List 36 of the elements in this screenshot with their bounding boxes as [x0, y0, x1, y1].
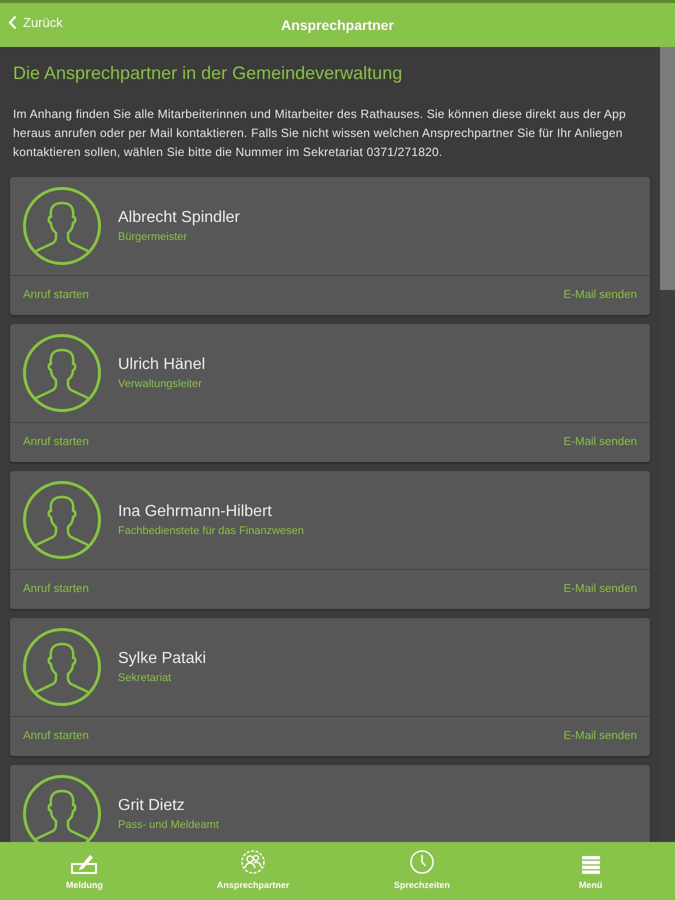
- contact-name: Ina Gehrmann-Hilbert: [118, 502, 273, 522]
- email-link[interactable]: E-Mail senden: [563, 434, 637, 452]
- contact-name: Ulrich Hänel: [118, 355, 206, 375]
- email-link[interactable]: E-Mail senden: [563, 286, 637, 304]
- person-avatar-icon: [23, 187, 101, 265]
- people-circle-icon: [241, 850, 266, 874]
- chevron-left-icon: [8, 15, 17, 30]
- contact-name: Grit Dietz: [118, 796, 186, 816]
- nav-tab[interactable]: Menü: [506, 842, 675, 900]
- email-link[interactable]: E-Mail senden: [563, 580, 637, 598]
- contact-role: Fachbedienstete für das Finanzwesen: [118, 524, 304, 539]
- call-link[interactable]: Anruf starten: [23, 286, 89, 304]
- contact-name: Sylke Pataki: [118, 649, 206, 669]
- section-heading: Die Ansprechpartner in der Gemeindeverwaltung: [12, 62, 404, 85]
- person-avatar-icon: [23, 628, 101, 706]
- pencil-box-icon: [71, 854, 98, 874]
- contact-role: Sekretariat: [118, 671, 172, 686]
- call-link[interactable]: Anruf starten: [23, 434, 89, 452]
- nav-tab[interactable]: Ansprechpartner: [168, 842, 338, 900]
- contact-role: Pass- und Meldeamt: [118, 818, 219, 833]
- nav-tab[interactable]: Meldung: [0, 842, 169, 900]
- person-avatar-icon: [23, 481, 101, 559]
- person-avatar-icon: [23, 334, 101, 412]
- contact-role: Bürgermeister: [118, 230, 188, 245]
- screen-title: Ansprechpartner: [281, 16, 394, 35]
- email-link[interactable]: E-Mail senden: [563, 728, 637, 746]
- contact-name: Albrecht Spindler: [118, 208, 240, 228]
- back-button[interactable]: Zurück: [8, 13, 63, 32]
- clock-icon: [410, 850, 434, 874]
- menu-icon: [582, 856, 600, 874]
- intro-paragraph: Im Anhang finden Sie alle Mitarbeiterinnen und Mitarbeiter des Rathauses. Sie können diese direkt aus der App heraus anrufen oder per Mail kontaktieren. Falls Sie nicht wissen welchen Ansprechpartner Sie für Ihr Anliegen kontaktieren sollen, wählen Sie bitte die Nummer im Sekretariat 0371/271820.: [12, 106, 627, 161]
- call-link[interactable]: Anruf starten: [23, 580, 89, 598]
- contact-role: Verwaltungsleiter: [118, 377, 203, 392]
- call-link[interactable]: Anruf starten: [23, 728, 89, 746]
- scrollbar-thumb[interactable]: [660, 47, 675, 290]
- nav-tab[interactable]: Sprechzeiten: [338, 842, 506, 900]
